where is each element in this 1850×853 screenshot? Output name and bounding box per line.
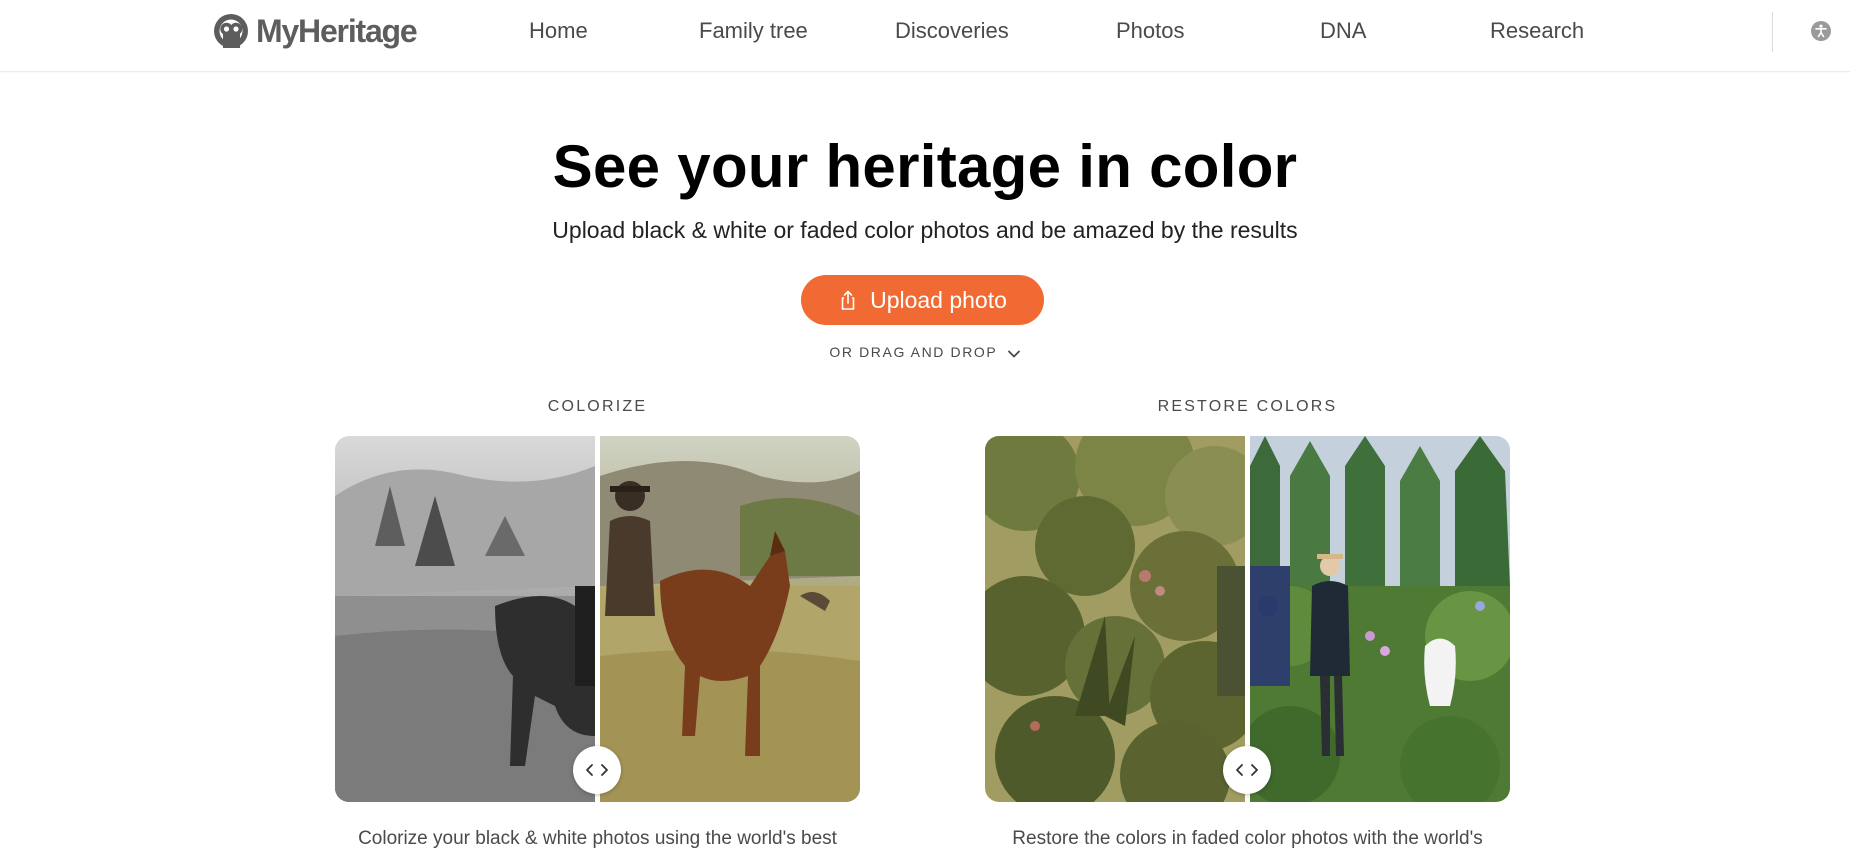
upload-photo-button[interactable]: Upload photo [801,275,1044,325]
restore-comparison-slider[interactable] [985,436,1510,802]
nav-divider [1772,12,1773,52]
page-subtitle: Upload black & white or faded color phot… [552,217,1298,243]
restore-colors-heading: RESTORE COLORS [1157,398,1338,415]
drag-and-drop-toggle[interactable]: OR DRAG AND DROP [0,344,1850,360]
logo-wordmark: MyHeritage [256,12,418,49]
compare-arrows-icon [586,764,608,776]
nav-research[interactable]: Research [1490,18,1584,44]
nav-photos[interactable]: Photos [1116,18,1185,44]
myheritage-logo-icon [214,14,248,48]
page-title: See your heritage in color [552,133,1298,200]
black-white-photo [335,436,595,802]
nav-dna[interactable]: DNA [1320,18,1366,44]
faded-photo [985,436,1245,802]
drag-and-drop-label: OR DRAG AND DROP [829,344,998,360]
colorize-compare-handle[interactable] [573,746,621,794]
upload-photo-label: Upload photo [870,286,1007,313]
nav-family-tree[interactable]: Family tree [699,18,808,44]
restore-compare-handle[interactable] [1223,746,1271,794]
myheritage-logo[interactable]: MyHeritage [209,12,418,50]
compare-arrows-icon [1236,764,1258,776]
nav-discoveries[interactable]: Discoveries [895,18,1009,44]
accessibility-icon [1815,24,1827,38]
colorized-photo [600,436,860,802]
top-navigation-bar: MyHeritage Home Family tree Discoveries … [0,0,1850,72]
colorize-heading: COLORIZE [547,398,648,415]
accessibility-button[interactable] [1811,21,1831,41]
chevron-down-icon [1007,350,1020,358]
restore-colors-description: Restore the colors in faded color photos… [1012,828,1483,849]
nav-home[interactable]: Home [529,18,588,44]
colorize-comparison-slider[interactable] [335,436,860,802]
share-upload-icon [841,290,855,310]
colorize-description: Colorize your black & white photos using… [358,828,837,849]
restored-photo [1250,436,1510,802]
